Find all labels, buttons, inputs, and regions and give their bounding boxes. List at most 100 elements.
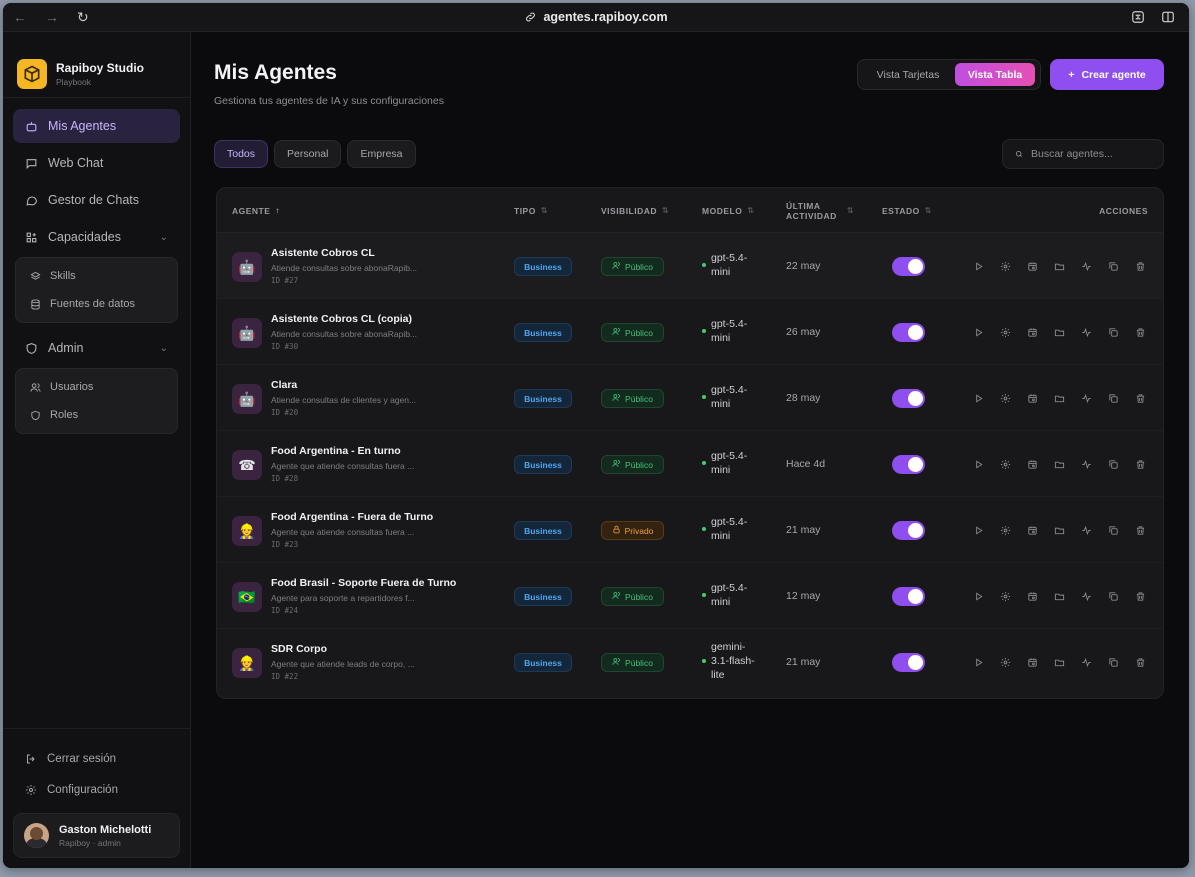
copy-icon[interactable]	[1106, 523, 1120, 537]
activity-icon[interactable]	[1079, 523, 1093, 537]
logout-button[interactable]: Cerrar sesión	[13, 743, 180, 774]
filter-empresa[interactable]: Empresa	[347, 140, 416, 168]
activity-icon[interactable]	[1079, 259, 1093, 273]
activity-icon[interactable]	[1079, 325, 1093, 339]
sidebar-item-skills[interactable]: Skills	[16, 262, 177, 290]
copy-icon[interactable]	[1106, 391, 1120, 405]
play-icon[interactable]	[971, 391, 985, 405]
copy-icon[interactable]	[1106, 259, 1120, 273]
column-agent[interactable]: Agente ↑	[232, 188, 280, 233]
column-model[interactable]: Modelo ⇅	[702, 188, 755, 233]
play-icon[interactable]	[971, 325, 985, 339]
column-status[interactable]: Estado ⇅	[882, 188, 932, 233]
table-row[interactable]: 🤖 Asistente Cobros CL (copia) Atiende co…	[217, 299, 1163, 365]
extensions-icon[interactable]	[1131, 10, 1145, 24]
trash-icon[interactable]	[1133, 391, 1147, 405]
agent-name[interactable]: Food Brasil - Soporte Fuera de Turno	[271, 577, 456, 589]
calendar-icon[interactable]	[1025, 457, 1039, 471]
gear-icon[interactable]	[998, 457, 1012, 471]
agent-name[interactable]: Asistente Cobros CL	[271, 247, 375, 259]
forward-icon[interactable]: →	[45, 10, 59, 24]
folder-icon[interactable]	[1052, 325, 1066, 339]
sidebar-item-roles[interactable]: Roles	[16, 401, 177, 429]
back-icon[interactable]: ←	[13, 10, 27, 24]
address-bar[interactable]: agentes.rapiboy.com	[524, 10, 668, 24]
folder-icon[interactable]	[1052, 391, 1066, 405]
trash-icon[interactable]	[1133, 325, 1147, 339]
copy-icon[interactable]	[1106, 589, 1120, 603]
gear-icon[interactable]	[998, 391, 1012, 405]
calendar-icon[interactable]	[1025, 259, 1039, 273]
column-visibility[interactable]: Visibilidad ⇅	[601, 188, 669, 233]
gear-icon[interactable]	[998, 655, 1012, 669]
activity-icon[interactable]	[1079, 655, 1093, 669]
activity-icon[interactable]	[1079, 589, 1093, 603]
status-toggle[interactable]	[892, 389, 925, 408]
folder-icon[interactable]	[1052, 655, 1066, 669]
sidebar-item-mis-agentes[interactable]: Mis Agentes	[13, 109, 180, 143]
status-toggle[interactable]	[892, 257, 925, 276]
create-agent-button[interactable]: + Crear agente	[1050, 59, 1164, 90]
agent-name[interactable]: Food Argentina - En turno	[271, 445, 401, 457]
sidebar-item-admin[interactable]: Admin ⌄	[13, 331, 180, 365]
copy-icon[interactable]	[1106, 655, 1120, 669]
folder-icon[interactable]	[1052, 589, 1066, 603]
play-icon[interactable]	[971, 457, 985, 471]
trash-icon[interactable]	[1133, 655, 1147, 669]
calendar-icon[interactable]	[1025, 655, 1039, 669]
table-row[interactable]: 👷 SDR Corpo Agente que atiende leads de …	[217, 629, 1163, 695]
status-toggle[interactable]	[892, 587, 925, 606]
folder-icon[interactable]	[1052, 259, 1066, 273]
gear-icon[interactable]	[998, 259, 1012, 273]
trash-icon[interactable]	[1133, 523, 1147, 537]
agent-name[interactable]: SDR Corpo	[271, 643, 327, 655]
calendar-icon[interactable]	[1025, 589, 1039, 603]
status-toggle[interactable]	[892, 323, 925, 342]
table-row[interactable]: 👷 Food Argentina - Fuera de Turno Agente…	[217, 497, 1163, 563]
agent-name[interactable]: Clara	[271, 379, 297, 391]
agent-name[interactable]: Asistente Cobros CL (copia)	[271, 313, 412, 325]
copy-icon[interactable]	[1106, 457, 1120, 471]
activity-icon[interactable]	[1079, 457, 1093, 471]
play-icon[interactable]	[971, 589, 985, 603]
folder-icon[interactable]	[1052, 523, 1066, 537]
sidebar-item-web-chat[interactable]: Web Chat	[13, 146, 180, 180]
gear-icon[interactable]	[998, 325, 1012, 339]
table-row[interactable]: 🤖 Asistente Cobros CL Atiende consultas …	[217, 233, 1163, 299]
search-input[interactable]	[1031, 148, 1151, 160]
sidebar-item-capacidades[interactable]: Capacidades ⌄	[13, 220, 180, 254]
gear-icon[interactable]	[998, 589, 1012, 603]
calendar-icon[interactable]	[1025, 325, 1039, 339]
calendar-icon[interactable]	[1025, 391, 1039, 405]
reload-icon[interactable]: ↻	[77, 10, 89, 24]
agent-name[interactable]: Food Argentina - Fuera de Turno	[271, 511, 433, 523]
gear-icon[interactable]	[998, 523, 1012, 537]
sidebar-item-fuentes-de-datos[interactable]: Fuentes de datos	[16, 290, 177, 318]
trash-icon[interactable]	[1133, 589, 1147, 603]
sidebar-item-usuarios[interactable]: Usuarios	[16, 373, 177, 401]
play-icon[interactable]	[971, 523, 985, 537]
search-box[interactable]	[1002, 139, 1164, 169]
sidebar-toggle-icon[interactable]	[1161, 10, 1175, 24]
view-cards-button[interactable]: Vista Tarjetas	[861, 63, 955, 86]
trash-icon[interactable]	[1133, 457, 1147, 471]
filter-personal[interactable]: Personal	[274, 140, 342, 168]
table-row[interactable]: ☎ Food Argentina - En turno Agente que a…	[217, 431, 1163, 497]
table-row[interactable]: 🤖 Clara Atiende consultas de clientes y …	[217, 365, 1163, 431]
status-toggle[interactable]	[892, 455, 925, 474]
filter-todos[interactable]: Todos	[214, 140, 269, 168]
settings-button[interactable]: Configuración	[13, 774, 180, 805]
column-type[interactable]: Tipo ⇅	[514, 188, 548, 233]
sidebar-item-gestor-de-chats[interactable]: Gestor de Chats	[13, 183, 180, 217]
copy-icon[interactable]	[1106, 325, 1120, 339]
trash-icon[interactable]	[1133, 259, 1147, 273]
brand[interactable]: Rapiboy Studio Playbook	[3, 32, 190, 98]
play-icon[interactable]	[971, 259, 985, 273]
status-toggle[interactable]	[892, 521, 925, 540]
folder-icon[interactable]	[1052, 457, 1066, 471]
activity-icon[interactable]	[1079, 391, 1093, 405]
view-table-button[interactable]: Vista Tabla	[955, 63, 1035, 86]
table-row[interactable]: 🇧🇷 Food Brasil - Soporte Fuera de Turno …	[217, 563, 1163, 629]
status-toggle[interactable]	[892, 653, 925, 672]
user-card[interactable]: Gaston Michelotti Rapiboy · admin	[13, 813, 180, 858]
